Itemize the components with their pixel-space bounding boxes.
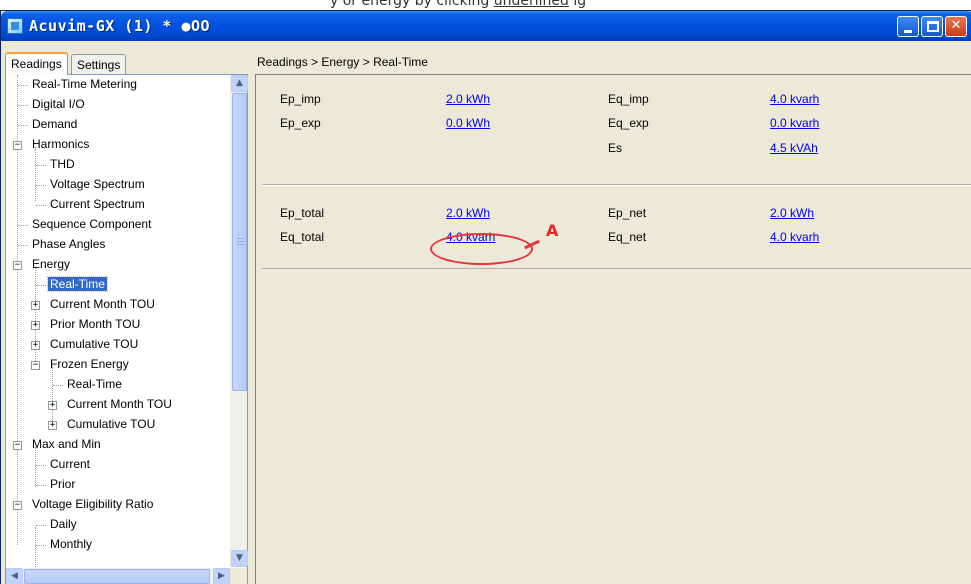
es-label: Es [608,141,623,155]
vertical-scroll-thumb[interactable] [232,93,247,391]
tree-item-current-spectrum[interactable]: Current Spectrum [48,195,147,215]
chevron-down-icon: ▼ [236,553,243,563]
tree-item-daily[interactable]: Daily [48,515,79,535]
scroll-up-button[interactable]: ▲ [231,75,248,92]
tree-item-phase-angles[interactable]: Phase Angles [30,235,107,255]
collapse-frozen-energy-icon[interactable]: − [31,361,40,370]
tree-item-max-min-current[interactable]: Current [48,455,92,475]
expand-frozen-current-month-tou-icon[interactable]: + [48,401,57,410]
app-window: Acuvim-GX (1) * ●OO ✕ Readings Settings … [0,10,971,584]
collapse-max-and-min-icon[interactable]: − [13,441,22,450]
close-button[interactable]: ✕ [945,16,967,37]
close-icon: ✕ [950,18,962,33]
ep-total-value-link[interactable]: 2.0 kWh [446,206,490,220]
tab-settings[interactable]: Settings [71,54,127,74]
expand-cumulative-tou-icon[interactable]: + [31,341,40,350]
maximize-button[interactable] [921,16,943,37]
scroll-left-button[interactable]: ◀ [6,568,23,584]
app-icon [7,18,23,34]
tree-item-max-and-min[interactable]: Max and Min [30,435,103,455]
scroll-down-button[interactable]: ▼ [231,550,248,567]
expand-current-month-tou-icon[interactable]: + [31,301,40,310]
tree-item-frozen-real-time[interactable]: Real-Time [65,375,124,395]
expand-prior-month-tou-icon[interactable]: + [31,321,40,330]
ep-imp-value-link[interactable]: 2.0 kWh [446,92,490,106]
eq-total-label: Eq_total [280,230,325,244]
scroll-right-button[interactable]: ▶ [213,568,230,584]
breadcrumb: Readings > Energy > Real-Time [257,55,428,69]
minimize-icon [904,30,912,33]
eq-net-value-link[interactable]: 4.0 kvarh [770,230,819,244]
tree-horizontal-scrollbar[interactable]: ◀ ▶ [6,568,230,584]
tree-item-max-min-prior[interactable]: Prior [48,475,77,495]
eq-net-label: Eq_net [608,230,647,244]
ep-net-value-link[interactable]: 2.0 kWh [770,206,814,220]
ep-imp-label: Ep_imp [280,92,321,106]
tree-item-harmonics[interactable]: Harmonics [30,135,91,155]
tree-item-voltage-eligibility-ratio[interactable]: Voltage Eligibility Ratio [30,495,155,515]
eq-exp-value-link[interactable]: 0.0 kvarh [770,116,819,130]
tree-item-demand[interactable]: Demand [30,115,79,135]
annotation-letter: A [546,221,559,240]
tree-item-digital-io[interactable]: Digital I/O [30,95,87,115]
navigation-pane: Readings Settings Real-Time Metering Dig… [3,43,250,584]
minimize-button[interactable] [897,16,919,37]
window-title: Acuvim-GX (1) * ●OO [29,17,211,35]
tree-item-real-time-metering[interactable]: Real-Time Metering [30,75,139,95]
tree-item-prior-month-tou[interactable]: Prior Month TOU [48,315,142,335]
tree-vertical-scrollbar[interactable]: ▲ ▼ [230,75,248,567]
caption-underlined: underlined [493,0,569,9]
horizontal-scroll-thumb[interactable] [24,569,210,584]
tab-readings[interactable]: Readings [5,52,68,75]
eq-imp-label: Eq_imp [608,92,649,106]
collapse-voltage-eligibility-icon[interactable]: − [13,501,22,510]
tree-item-sequence-component[interactable]: Sequence Component [30,215,153,235]
expand-frozen-cumulative-tou-icon[interactable]: + [48,421,57,430]
ep-net-label: Ep_net [608,206,647,220]
energy-readings-panel: Ep_imp 2.0 kWh Eq_imp 4.0 kvarh Ep_exp 0… [255,74,971,584]
content-pane: Readings > Energy > Real-Time Ep_imp 2.0… [253,43,971,584]
import-export-group: Ep_imp 2.0 kWh Eq_imp 4.0 kvarh Ep_exp 0… [262,75,971,185]
tree-item-current-month-tou[interactable]: Current Month TOU [48,295,157,315]
es-value-link[interactable]: 4.5 kVAh [770,141,818,155]
tree-item-frozen-cumulative-tou[interactable]: Cumulative TOU [65,415,157,435]
caption-suffix: ig [568,0,587,9]
ep-exp-value-link[interactable]: 0.0 kWh [446,116,490,130]
maximize-icon [927,21,939,32]
tree-item-energy[interactable]: Energy [30,255,72,275]
caption-text: y or energy by clicking [330,0,494,9]
tree-view: Real-Time Metering Digital I/O Demand − … [5,74,248,584]
eq-exp-label: Eq_exp [608,116,649,130]
ep-exp-label: Ep_exp [280,116,321,130]
ep-total-label: Ep_total [280,206,325,220]
chevron-left-icon: ◀ [11,571,18,581]
collapse-harmonics-icon[interactable]: − [13,141,22,150]
tree-item-thd[interactable]: THD [48,155,77,175]
collapse-energy-icon[interactable]: − [13,261,22,270]
title-bar[interactable]: Acuvim-GX (1) * ●OO ✕ [1,11,971,41]
chevron-up-icon: ▲ [236,78,243,88]
eq-imp-value-link[interactable]: 4.0 kvarh [770,92,819,106]
tree-content: Real-Time Metering Digital I/O Demand − … [6,75,230,567]
chevron-right-icon: ▶ [218,571,225,581]
tree-item-monthly[interactable]: Monthly [48,535,94,555]
tree-item-frozen-energy[interactable]: Frozen Energy [48,355,131,375]
annotation-ellipse [430,233,533,265]
total-net-group: Ep_total 2.0 kWh Ep_net 2.0 kWh Eq_total… [262,185,971,269]
tree-item-voltage-spectrum[interactable]: Voltage Spectrum [48,175,147,195]
tree-item-real-time-selected[interactable]: Real-Time [47,275,108,295]
scrollbar-corner [230,568,247,584]
tree-item-cumulative-tou[interactable]: Cumulative TOU [48,335,140,355]
tree-item-frozen-current-month-tou[interactable]: Current Month TOU [65,395,174,415]
